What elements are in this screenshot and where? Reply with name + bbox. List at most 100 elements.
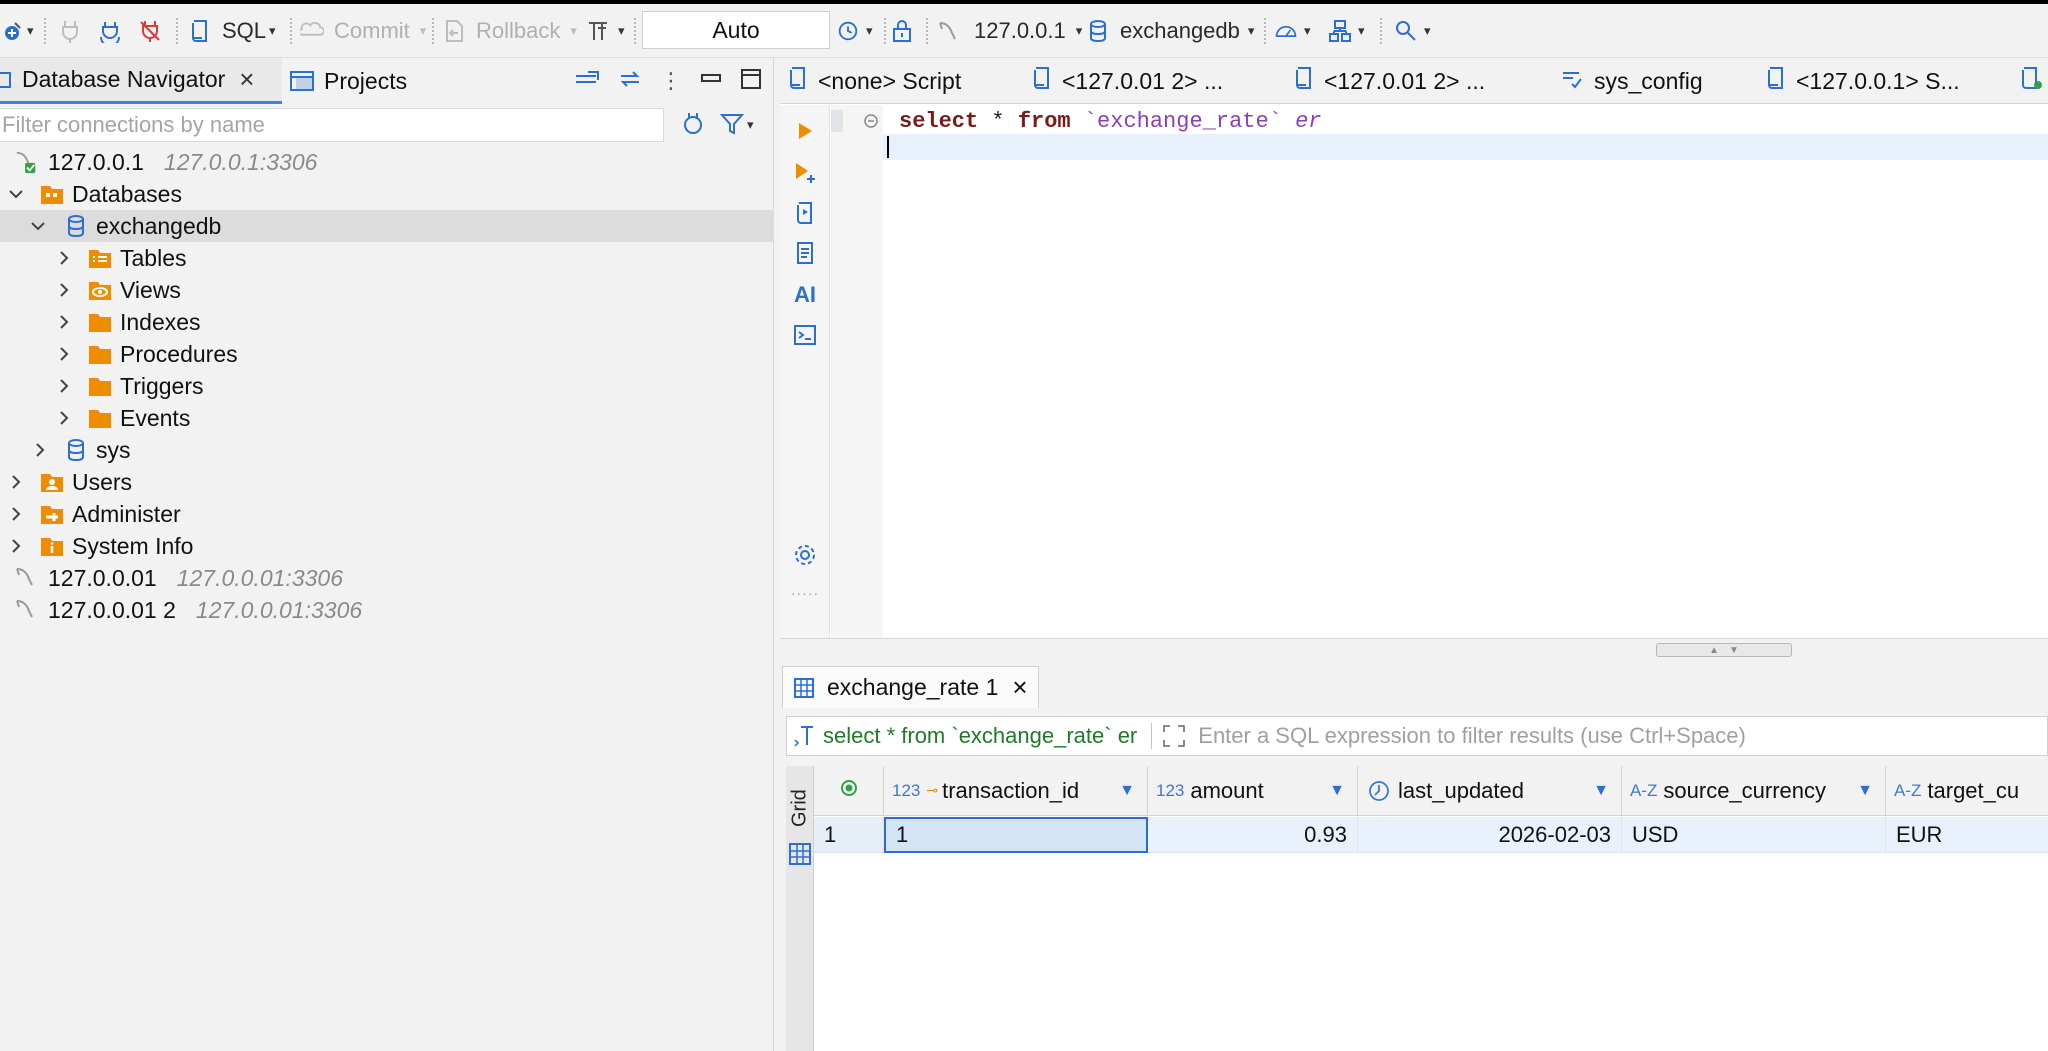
row-number-header[interactable]: [814, 766, 884, 816]
execute-in-new-tab-icon[interactable]: [793, 161, 817, 185]
tab-database-navigator[interactable]: Database Navigator ×: [0, 58, 282, 104]
tree-item-databases[interactable]: Databases: [0, 178, 774, 210]
schema-compare-button[interactable]: ▾: [1328, 4, 1365, 58]
transaction-mode-button[interactable]: ▾: [586, 4, 625, 58]
minimize-icon[interactable]: [700, 72, 722, 91]
cell-transaction-id[interactable]: 1: [884, 817, 1148, 853]
chevron-right-icon[interactable]: [32, 442, 48, 458]
filter-icon[interactable]: ▾: [720, 112, 754, 138]
search-button[interactable]: ▾: [1394, 4, 1431, 58]
sort-filter-icon[interactable]: ▼: [1593, 782, 1609, 800]
tab-script-127-0-01-2-b[interactable]: <127.0.01 2> ...: [1294, 58, 1485, 104]
expand-icon[interactable]: [1162, 724, 1186, 748]
tree-item-tables[interactable]: Tables: [0, 242, 774, 274]
sql-editor-button[interactable]: SQL ▾: [188, 4, 276, 58]
filter-connected-icon[interactable]: [680, 110, 706, 141]
chevron-down-icon[interactable]: ▼: [1729, 645, 1739, 656]
ai-assistant-button[interactable]: AI: [793, 282, 817, 307]
explain-plan-icon[interactable]: [793, 241, 817, 265]
link-with-editor-icon[interactable]: [618, 68, 642, 95]
tree-item-indexes[interactable]: Indexes: [0, 306, 774, 338]
disconnect-button[interactable]: [138, 4, 162, 58]
tree-item-connection-127-0-0-01-2[interactable]: 127.0.0.01 2 127.0.0.01:3306: [0, 594, 774, 626]
tab-script-127-0-0-1[interactable]: <127.0.0.1> S...: [1766, 58, 1960, 104]
tab-results[interactable]: exchange_rate 1 ×: [782, 666, 1039, 708]
reconnect-button[interactable]: [98, 4, 122, 58]
tab-sys-config[interactable]: sys_config: [1560, 58, 1703, 104]
close-icon[interactable]: ×: [1012, 672, 1027, 703]
column-header-target-currency[interactable]: A-Z target_cu: [1886, 766, 2048, 816]
panel-splitter[interactable]: ▲ ▼: [780, 638, 2048, 660]
chevron-right-icon[interactable]: [8, 474, 24, 490]
transaction-mode-select[interactable]: Auto: [642, 11, 830, 49]
mysql-connected-icon: [14, 150, 38, 174]
chevron-right-icon[interactable]: [56, 250, 72, 266]
connect-button[interactable]: [58, 4, 82, 58]
sort-filter-icon[interactable]: ▼: [1857, 782, 1873, 800]
sort-filter-icon[interactable]: ▼: [1119, 782, 1135, 800]
chevron-right-icon[interactable]: [56, 410, 72, 426]
chevron-down-icon[interactable]: [8, 186, 24, 202]
chevron-up-icon[interactable]: ▲: [1709, 645, 1719, 656]
tree-item-administer[interactable]: Administer: [0, 498, 774, 530]
execute-statement-icon[interactable]: [793, 119, 817, 143]
more-icon[interactable]: ·····: [791, 581, 818, 605]
chevron-down-icon[interactable]: [30, 218, 46, 234]
select-all-icon[interactable]: [839, 778, 859, 804]
column-header-amount[interactable]: 123 amount ▼: [1148, 766, 1358, 816]
cell-source-currency[interactable]: USD: [1622, 817, 1886, 853]
chevron-right-icon[interactable]: [56, 314, 72, 330]
collapse-all-icon[interactable]: [574, 70, 600, 93]
tree-item-events[interactable]: Events: [0, 402, 774, 434]
tab-none-script[interactable]: <none> Script: [788, 58, 961, 104]
chevron-right-icon[interactable]: [56, 346, 72, 362]
tree-item-exchangedb[interactable]: exchangedb: [0, 210, 774, 242]
maximize-icon[interactable]: [740, 68, 762, 95]
chevron-right-icon[interactable]: [8, 538, 24, 554]
chevron-right-icon[interactable]: [8, 506, 24, 522]
grid-view-toggle[interactable]: Grid: [788, 778, 812, 838]
active-connection-selector[interactable]: 127.0.0.1 ▾: [936, 4, 1082, 58]
filter-expression-input[interactable]: Enter a SQL expression to filter results…: [1198, 723, 1746, 749]
chevron-right-icon[interactable]: [56, 282, 72, 298]
tree-item-system-info[interactable]: System Info: [0, 530, 774, 562]
terminal-icon[interactable]: [793, 323, 817, 347]
gear-icon[interactable]: [793, 543, 817, 567]
lock-button[interactable]: [890, 4, 914, 58]
rollback-button[interactable]: Rollback ▾: [442, 4, 577, 58]
tree-label: Tables: [120, 244, 187, 271]
splitter-handle[interactable]: ▲ ▼: [1656, 643, 1792, 657]
more-options-icon[interactable]: ⋮: [660, 70, 682, 92]
sort-filter-icon[interactable]: ▼: [1329, 782, 1345, 800]
connection-filter-input[interactable]: Filter connections by name: [0, 108, 664, 142]
tree-item-connection-127-0-0-1[interactable]: 127.0.0.1 127.0.0.1:3306: [0, 146, 774, 178]
column-header-last-updated[interactable]: last_updated ▼: [1358, 766, 1622, 816]
grid-icon[interactable]: [788, 842, 812, 871]
code-area[interactable]: select * from `exchange_rate` er: [883, 105, 2048, 638]
column-header-transaction-id[interactable]: 123 ⊸ transaction_id ▼: [884, 766, 1148, 816]
tab-script-127-0-01-2-a[interactable]: <127.0.01 2> ...: [1032, 58, 1223, 104]
cell-target-currency[interactable]: EUR: [1886, 817, 2048, 853]
close-icon[interactable]: ×: [239, 64, 254, 95]
new-connection-button[interactable]: ▾: [0, 4, 34, 58]
fold-icon[interactable]: [863, 113, 879, 134]
tree-item-sys[interactable]: sys: [0, 434, 774, 466]
tree-item-views[interactable]: Views: [0, 274, 774, 306]
cell-last-updated[interactable]: 2026-02-03: [1358, 817, 1622, 853]
tree-item-connection-127-0-0-01[interactable]: 127.0.0.01 127.0.0.01:3306: [0, 562, 774, 594]
tree-item-users[interactable]: Users: [0, 466, 774, 498]
tab-overflow[interactable]: [2020, 58, 2048, 104]
chevron-right-icon[interactable]: [56, 378, 72, 394]
connection-name: 127.0.0.01: [48, 564, 157, 591]
cell-amount[interactable]: 0.93: [1148, 817, 1358, 853]
commit-button[interactable]: Commit ▾: [300, 4, 426, 58]
active-database-selector[interactable]: exchangedb ▾: [1086, 4, 1254, 58]
execute-script-icon[interactable]: [793, 201, 817, 225]
tab-projects[interactable]: Projects: [290, 58, 407, 104]
dashboard-button[interactable]: ▾: [1274, 4, 1311, 58]
tree-item-triggers[interactable]: Triggers: [0, 370, 774, 402]
column-header-source-currency[interactable]: A-Z source_currency ▼: [1622, 766, 1886, 816]
row-number[interactable]: 1: [814, 817, 884, 853]
tree-item-procedures[interactable]: Procedures: [0, 338, 774, 370]
history-button[interactable]: ▾: [836, 4, 873, 58]
